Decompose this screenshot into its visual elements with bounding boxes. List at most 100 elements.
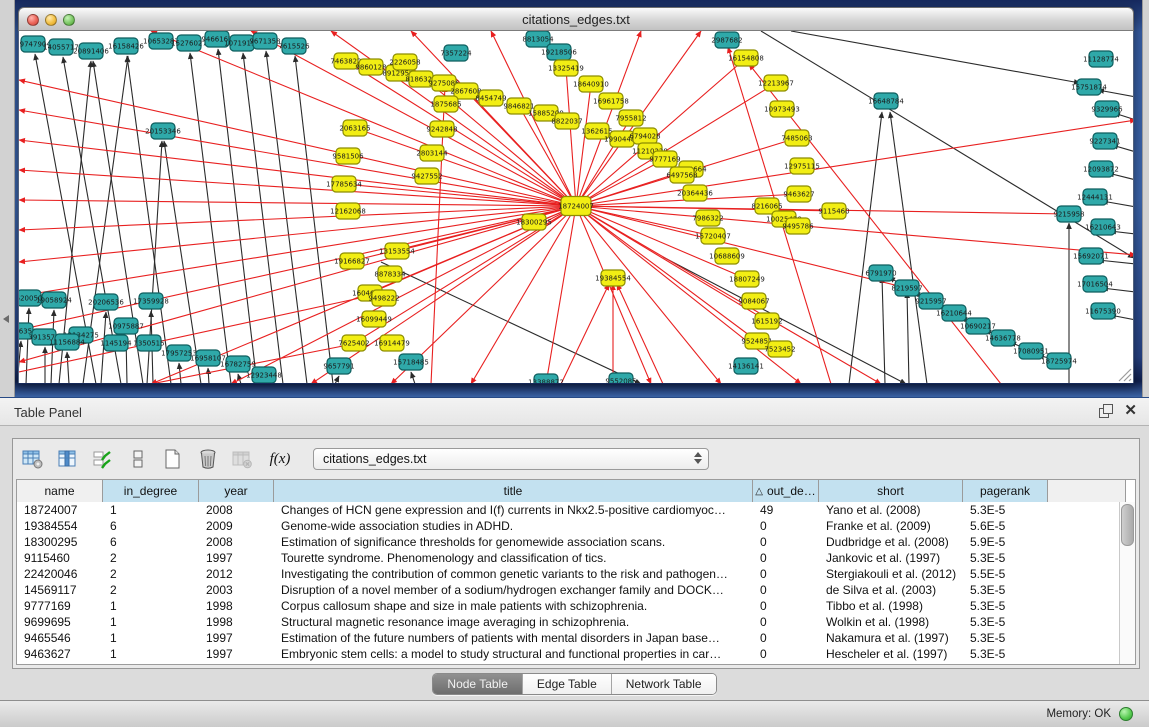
graph-node[interactable]: 1350515 bbox=[133, 335, 164, 351]
graph-node[interactable]: 1145194 bbox=[100, 335, 132, 351]
graph-node[interactable]: 1615192 bbox=[751, 313, 782, 329]
graph-node[interactable]: 6791970 bbox=[865, 265, 896, 281]
graph-node[interactable]: 8822037 bbox=[551, 113, 582, 129]
graph-node[interactable]: 17785634 bbox=[326, 176, 362, 192]
graph-node[interactable]: 10973493 bbox=[764, 101, 800, 117]
graph-node[interactable]: 17016504 bbox=[1077, 276, 1113, 292]
graph-node[interactable]: 12923448 bbox=[246, 367, 282, 383]
column-header-title[interactable]: title bbox=[274, 480, 753, 502]
graph-node[interactable]: 12975115 bbox=[784, 158, 820, 174]
table-row[interactable]: 2242004622012Investigating the contribut… bbox=[17, 566, 1120, 582]
graph-node[interactable]: 8454749 bbox=[475, 90, 506, 106]
graph-node[interactable]: 9498222 bbox=[368, 290, 399, 306]
graph-node[interactable]: 16099449 bbox=[356, 311, 392, 327]
graph-node[interactable]: 1875685 bbox=[430, 96, 461, 112]
graph-node[interactable]: 10975887 bbox=[108, 318, 144, 334]
graph-node[interactable]: 18724007 bbox=[558, 197, 594, 216]
graph-node[interactable]: 9115460 bbox=[818, 203, 849, 219]
column-header-filler[interactable] bbox=[1048, 480, 1126, 502]
table-settings-icon[interactable] bbox=[20, 446, 46, 472]
graph-node[interactable]: 7523452 bbox=[764, 341, 795, 357]
graph-node[interactable]: 18300295 bbox=[516, 214, 552, 230]
tab-edge-table[interactable]: Edge Table bbox=[522, 674, 611, 694]
graph-node[interactable]: 8878334 bbox=[374, 266, 406, 282]
graph-node[interactable]: 10690217 bbox=[960, 318, 996, 334]
network-canvas[interactable]: 1974790414055717208914061615842610653287… bbox=[18, 31, 1134, 383]
graph-node[interactable]: 7485063 bbox=[781, 130, 812, 146]
graph-node[interactable]: 8219597 bbox=[891, 280, 922, 296]
graph-node[interactable]: 9427552 bbox=[411, 168, 442, 184]
column-header-out_de…[interactable]: △out_de… bbox=[753, 480, 819, 502]
graph-node[interactable]: 15751874 bbox=[1071, 79, 1107, 95]
graph-node[interactable]: 14136141 bbox=[728, 358, 764, 374]
graph-node[interactable]: 2063165 bbox=[339, 120, 370, 136]
table-row[interactable]: 969969511998Structural magnetic resonanc… bbox=[17, 614, 1120, 630]
graph-node[interactable]: 7955812 bbox=[615, 110, 646, 126]
column-header-in_degree[interactable]: in_degree bbox=[103, 480, 199, 502]
graph-node[interactable]: 2803144 bbox=[416, 145, 448, 161]
graph-node[interactable]: 16648784 bbox=[868, 93, 904, 109]
resize-grip-icon[interactable] bbox=[1119, 369, 1131, 381]
graph-node[interactable]: 13325419 bbox=[548, 60, 584, 76]
table-selector-dropdown[interactable]: citations_edges.txt bbox=[313, 448, 709, 470]
graph-node[interactable]: 9084067 bbox=[738, 293, 769, 309]
graph-node[interactable]: 13153554 bbox=[379, 243, 415, 259]
graph-node[interactable]: 15718485 bbox=[393, 354, 429, 370]
table-row[interactable]: 1872400712008Changes of HCN gene express… bbox=[17, 502, 1120, 518]
graph-node[interactable]: 6794028 bbox=[629, 128, 660, 144]
table-row[interactable]: 1830029562008Estimation of significance … bbox=[17, 534, 1120, 550]
tab-node-table[interactable]: Node Table bbox=[433, 674, 522, 694]
graph-node[interactable]: 2987682 bbox=[711, 32, 742, 48]
float-panel-icon[interactable] bbox=[1099, 404, 1112, 417]
column-header-pagerank[interactable]: pagerank bbox=[963, 480, 1048, 502]
graph-node[interactable]: 13388872 bbox=[528, 374, 564, 383]
table-row[interactable]: 1456911722003Disruption of a novel membe… bbox=[17, 582, 1120, 598]
graph-node[interactable]: 17359928 bbox=[133, 293, 169, 309]
graph-node[interactable]: 10688609 bbox=[709, 248, 745, 264]
column-header-short[interactable]: short bbox=[819, 480, 963, 502]
graph-node[interactable]: 9329966 bbox=[1091, 101, 1123, 117]
table-row[interactable]: 946362711997Embryonic stem cells: a mode… bbox=[17, 646, 1120, 662]
citation-graph[interactable]: 1974790414055717208914061615842610653287… bbox=[19, 31, 1133, 383]
table-row[interactable]: 911546021997Tourette syndrome. Phenomeno… bbox=[17, 550, 1120, 566]
graph-node[interactable]: 7625402 bbox=[338, 335, 369, 351]
graph-node[interactable]: 11128774 bbox=[1083, 51, 1119, 67]
table-row[interactable]: 1938455462009Genome-wide association stu… bbox=[17, 518, 1120, 534]
show-columns-icon[interactable] bbox=[55, 446, 81, 472]
table-row[interactable]: 946554611997Estimation of the future num… bbox=[17, 630, 1120, 646]
graph-node[interactable]: 7986322 bbox=[692, 210, 723, 226]
close-panel-icon[interactable]: ✕ bbox=[1124, 404, 1137, 417]
column-header-name[interactable]: name bbox=[17, 480, 103, 502]
graph-node[interactable]: 9215958 bbox=[1053, 206, 1084, 222]
row-height-icon[interactable] bbox=[125, 446, 151, 472]
graph-node[interactable]: 9227341 bbox=[1089, 133, 1120, 149]
delete-table-icon[interactable] bbox=[230, 446, 256, 472]
graph-node[interactable]: 9552085 bbox=[605, 373, 636, 383]
graph-node[interactable]: 19384554 bbox=[595, 270, 631, 286]
graph-node[interactable]: 16158426 bbox=[108, 38, 144, 54]
graph-node[interactable]: 12444131 bbox=[1077, 189, 1113, 205]
graph-node[interactable]: 16961758 bbox=[593, 93, 629, 109]
graph-node[interactable]: 9242848 bbox=[426, 121, 457, 137]
tab-network-table[interactable]: Network Table bbox=[611, 674, 716, 694]
graph-node[interactable]: 9657791 bbox=[323, 358, 354, 374]
graph-node[interactable]: 9671358 bbox=[249, 33, 280, 49]
graph-node[interactable]: 6497568 bbox=[666, 167, 697, 183]
graph-node[interactable]: 2226058 bbox=[389, 54, 420, 70]
graph-node[interactable]: 9463627 bbox=[783, 186, 814, 202]
network-window-titlebar[interactable]: citations_edges.txt bbox=[18, 7, 1134, 31]
table-row[interactable]: 977716911998Corpus callosum shape and si… bbox=[17, 598, 1120, 614]
graph-node[interactable]: 16210643 bbox=[1085, 219, 1121, 235]
graph-node[interactable]: 9495786 bbox=[782, 218, 814, 234]
graph-node[interactable]: 15720407 bbox=[695, 228, 731, 244]
vertical-scrollbar[interactable] bbox=[1119, 502, 1135, 664]
create-table-icon[interactable] bbox=[160, 446, 186, 472]
graph-node[interactable]: 18640910 bbox=[573, 76, 609, 92]
graph-node[interactable]: 7357224 bbox=[440, 45, 472, 61]
graph-node[interactable]: 7615526 bbox=[278, 38, 310, 54]
collapse-panel-arrow-icon[interactable] bbox=[3, 315, 9, 323]
graph-node[interactable]: 19166827 bbox=[334, 253, 370, 269]
select-rows-icon[interactable] bbox=[90, 446, 116, 472]
graph-node[interactable]: 9581506 bbox=[332, 148, 364, 164]
column-header-year[interactable]: year bbox=[199, 480, 274, 502]
